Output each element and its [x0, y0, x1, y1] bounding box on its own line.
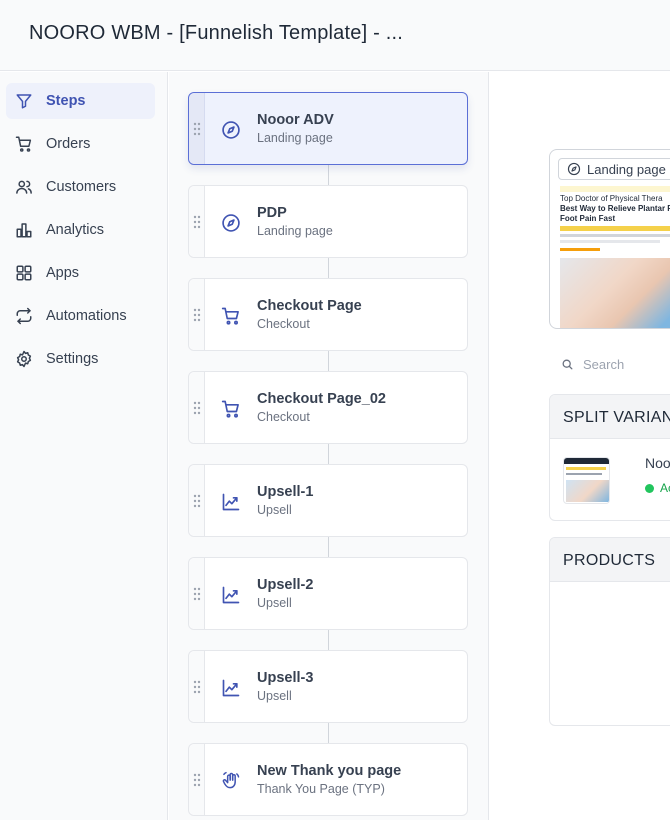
drag-handle-icon[interactable] [189, 372, 205, 443]
step-connector [328, 351, 329, 371]
variant-status: Ac [645, 481, 670, 495]
trend-icon [222, 586, 240, 604]
drag-handle-icon[interactable] [189, 279, 205, 350]
step-name: Upsell-1 [257, 484, 314, 500]
products-card: PRODUCTS [549, 537, 670, 726]
wave-hand-icon [222, 771, 240, 789]
compass-icon [567, 162, 581, 176]
cart-icon [221, 400, 239, 418]
sidebar-item-customers[interactable]: Customers [6, 169, 155, 205]
trend-icon [222, 493, 240, 511]
step-type: Thank You Page (TYP) [257, 782, 385, 796]
sidebar-item-apps[interactable]: Apps [6, 255, 155, 291]
bar-chart-icon [16, 223, 32, 238]
drag-handle-icon[interactable] [189, 744, 205, 815]
sidebar-item-steps[interactable]: Steps [6, 83, 155, 119]
variant-name[interactable]: Noo [645, 455, 670, 471]
step-detail-panel: Top Doctor of Physical Thera Best Way to… [490, 72, 670, 820]
step-card[interactable]: Upsell-3 Upsell [188, 650, 468, 723]
variant-thumbnail[interactable] [563, 457, 610, 504]
step-name: New Thank you page [257, 763, 402, 779]
sidebar-item-label: Steps [46, 93, 86, 109]
step-name: Checkout Page [257, 298, 362, 314]
step-name: Upsell-2 [257, 577, 314, 593]
drag-handle-icon[interactable] [189, 465, 205, 536]
step-type: Upsell [257, 596, 292, 610]
step-connector [328, 258, 329, 278]
preview-thumbnail: Top Doctor of Physical Thera Best Way to… [560, 162, 670, 328]
sidebar-item-analytics[interactable]: Analytics [6, 212, 155, 248]
step-card[interactable]: Upsell-1 Upsell [188, 464, 468, 537]
sidebar-item-orders[interactable]: Orders [6, 126, 155, 162]
page-preview[interactable]: Top Doctor of Physical Thera Best Way to… [549, 149, 670, 329]
search-icon [562, 359, 573, 370]
preview-image [560, 258, 670, 328]
step-card[interactable]: Checkout Page Checkout [188, 278, 468, 351]
step-connector [328, 165, 329, 185]
drag-handle-icon[interactable] [189, 558, 205, 629]
step-type: Upsell [257, 503, 292, 517]
step-type: Upsell [257, 689, 292, 703]
step-connector [328, 444, 329, 464]
sidebar-item-label: Automations [46, 308, 127, 324]
preview-headline: Foot Pain Fast [560, 214, 616, 223]
step-card[interactable]: New Thank you page Thank You Page (TYP) [188, 743, 468, 816]
sidebar: Steps Orders Customers Analytics Apps Au… [0, 72, 168, 820]
products-title: PRODUCTS [550, 538, 670, 582]
step-name: PDP [257, 205, 287, 221]
step-card[interactable]: Checkout Page_02 Checkout [188, 371, 468, 444]
step-connector [328, 723, 329, 743]
filter-icon [16, 94, 32, 109]
step-name: Upsell-3 [257, 670, 314, 686]
sidebar-item-label: Customers [46, 179, 117, 195]
step-type: Landing page [257, 224, 333, 238]
sidebar-item-automations[interactable]: Automations [6, 298, 155, 334]
step-card[interactable]: PDP Landing page [188, 185, 468, 258]
step-card[interactable]: Upsell-2 Upsell [188, 557, 468, 630]
drag-handle-icon[interactable] [189, 93, 205, 164]
step-type: Landing page [257, 131, 333, 145]
split-variants-title: SPLIT VARIAN [550, 395, 670, 439]
variant-status-label: Ac [660, 481, 670, 495]
funnel-title: NOORO WBM - [Funnelish Template] - ... [29, 22, 403, 44]
grid-icon [16, 265, 32, 281]
step-type: Checkout [257, 410, 310, 424]
trend-icon [222, 679, 240, 697]
cart-icon [15, 136, 32, 152]
step-type: Checkout [257, 317, 310, 331]
compass-icon [222, 121, 240, 139]
cart-icon [221, 307, 239, 325]
drag-handle-icon[interactable] [189, 186, 205, 257]
preview-badge-label: Landing page [587, 161, 666, 177]
status-dot [645, 483, 654, 493]
users-icon [16, 180, 32, 194]
sidebar-item-label: Settings [46, 351, 99, 367]
sidebar-item-label: Orders [46, 136, 91, 152]
sidebar-item-label: Analytics [46, 222, 105, 238]
repeat-icon [16, 307, 32, 325]
step-name: Checkout Page_02 [257, 391, 386, 407]
search-input[interactable]: Search [583, 357, 624, 372]
gear-icon [16, 350, 32, 368]
split-variants-card: SPLIT VARIAN Noo Ac [549, 394, 670, 521]
sidebar-item-label: Apps [46, 265, 80, 281]
preview-headline: Best Way to Relieve Plantar F [560, 204, 670, 213]
compass-icon [222, 214, 240, 232]
preview-headline: Top Doctor of Physical Thera [560, 194, 663, 203]
top-bar: NOORO WBM - [Funnelish Template] - ... [0, 0, 670, 71]
step-connector [328, 630, 329, 650]
preview-type-badge: Landing page [558, 158, 670, 180]
drag-handle-icon[interactable] [189, 651, 205, 722]
sidebar-item-settings[interactable]: Settings [6, 341, 155, 377]
step-card[interactable]: Nooor ADV Landing page [188, 92, 468, 165]
step-connector [328, 537, 329, 557]
step-name: Nooor ADV [257, 112, 334, 128]
